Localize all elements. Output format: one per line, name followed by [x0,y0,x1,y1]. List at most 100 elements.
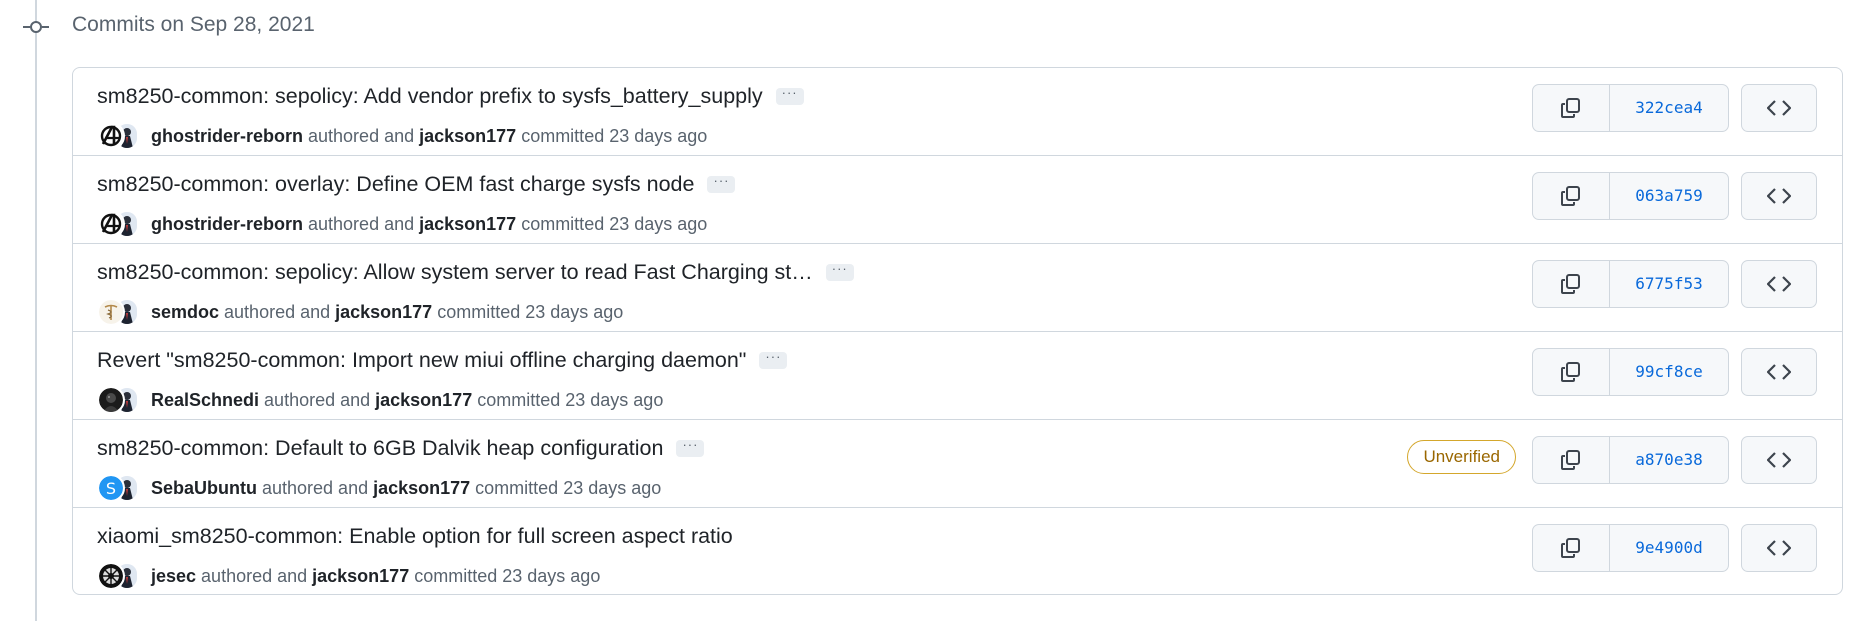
avatar-stack: S [97,472,139,504]
commit-sha-link[interactable]: 322cea4 [1610,85,1728,131]
sha-button-group: 6775f53 [1532,260,1729,308]
author-link[interactable]: RealSchnedi [151,390,259,411]
avatar-stack [97,384,139,416]
sha-button-group: 99cf8ce [1532,348,1729,396]
committed-text: committed [414,565,498,586]
letter-s-avatar-icon[interactable]: S [97,474,125,502]
committer-link[interactable]: jackson177 [375,390,472,411]
commit-sha-link[interactable]: 6775f53 [1610,261,1728,307]
code-icon [1767,100,1791,116]
commit-time[interactable]: 23 days ago [565,390,663,411]
authored-and-text: authored and [264,389,371,410]
browse-code-button[interactable] [1741,436,1817,484]
commit-row: sm8250-common: overlay: Define OEM fast … [73,156,1842,244]
browse-code-button[interactable] [1741,260,1817,308]
commit-time[interactable]: 23 days ago [609,214,707,235]
expand-message-button[interactable]: ··· [759,350,788,369]
copy-icon [1561,362,1580,382]
commit-row: sm8250-common: Default to 6GB Dalvik hea… [73,420,1842,508]
commit-node-icon [23,17,49,37]
sha-button-group: 9e4900d [1532,524,1729,572]
copy-icon [1561,450,1580,470]
committer-link[interactable]: jackson177 [312,566,409,587]
commit-row: sm8250-common: sepolicy: Allow system se… [73,244,1842,332]
author-link[interactable]: semdoc [151,302,219,323]
avatar-stack [97,560,139,592]
committer-link[interactable]: jackson177 [419,214,516,235]
commit-sha-link[interactable]: 063a759 [1610,173,1728,219]
copy-icon [1561,538,1580,558]
committed-text: committed [437,301,521,322]
browse-code-button[interactable] [1741,524,1817,572]
copy-sha-button[interactable] [1533,437,1610,483]
author-link[interactable]: SebaUbuntu [151,478,257,499]
avatar-stack [97,296,139,328]
commit-message-link[interactable]: xiaomi_sm8250-common: Enable option for … [97,524,733,549]
copy-sha-button[interactable] [1533,525,1610,571]
authored-and-text: authored and [201,565,308,586]
committer-link[interactable]: jackson177 [373,478,470,499]
commit-message-link[interactable]: sm8250-common: sepolicy: Add vendor pref… [97,84,763,109]
code-icon [1767,452,1791,468]
copy-sha-button[interactable] [1533,349,1610,395]
avatar-letter: S [106,479,116,498]
commit-sha-link[interactable]: 99cf8ce [1610,349,1728,395]
commit-time[interactable]: 23 days ago [502,566,600,587]
sha-button-group: a870e38 [1532,436,1729,484]
copy-sha-button[interactable] [1533,85,1610,131]
timeline-line [35,0,37,621]
committed-text: committed [521,125,605,146]
committer-link[interactable]: jackson177 [335,302,432,323]
commit-time[interactable]: 23 days ago [563,478,661,499]
commit-message-link[interactable]: sm8250-common: Default to 6GB Dalvik hea… [97,436,663,461]
commit-row: Revert "sm8250-common: Import new miui o… [73,332,1842,420]
committed-text: committed [521,213,605,234]
committer-link[interactable]: jackson177 [419,126,516,147]
code-icon [1767,364,1791,380]
code-icon [1767,188,1791,204]
sha-button-group: 063a759 [1532,172,1729,220]
authored-and-text: authored and [308,213,415,234]
avengers-logo-icon[interactable] [97,122,125,150]
commit-row: xiaomi_sm8250-common: Enable option for … [73,508,1842,594]
commit-time[interactable]: 23 days ago [609,126,707,147]
committed-text: committed [475,477,559,498]
commit-message-link[interactable]: sm8250-common: sepolicy: Allow system se… [97,260,813,285]
commit-row: sm8250-common: sepolicy: Add vendor pref… [73,68,1842,156]
avatar-stack [97,208,139,240]
commit-time[interactable]: 23 days ago [525,302,623,323]
commit-sha-link[interactable]: a870e38 [1610,437,1728,483]
author-link[interactable]: jesec [151,566,196,587]
copy-sha-button[interactable] [1533,261,1610,307]
author-link[interactable]: ghostrider-reborn [151,126,303,147]
copy-sha-button[interactable] [1533,173,1610,219]
commit-list: sm8250-common: sepolicy: Add vendor pref… [72,67,1843,595]
expand-message-button[interactable]: ··· [676,438,705,457]
browse-code-button[interactable] [1741,172,1817,220]
expand-message-button[interactable]: ··· [825,262,854,281]
browse-code-button[interactable] [1741,348,1817,396]
unverified-badge[interactable]: Unverified [1407,440,1516,474]
commit-message-link[interactable]: sm8250-common: overlay: Define OEM fast … [97,172,694,197]
author-link[interactable]: ghostrider-reborn [151,214,303,235]
copy-icon [1561,186,1580,206]
commit-sha-link[interactable]: 9e4900d [1610,525,1728,571]
code-icon [1767,276,1791,292]
authored-and-text: authored and [224,301,331,322]
expand-message-button[interactable]: ··· [775,86,804,105]
committed-text: committed [477,389,561,410]
commit-message-link[interactable]: Revert "sm8250-common: Import new miui o… [97,348,746,373]
authored-and-text: authored and [262,477,369,498]
dark-portrait-icon[interactable] [97,386,125,414]
wheel-icon[interactable] [97,562,125,590]
sha-button-group: 322cea4 [1532,84,1729,132]
expand-message-button[interactable]: ··· [707,174,736,193]
avengers-logo-icon[interactable] [97,210,125,238]
avatar-stack [97,120,139,152]
copy-icon [1561,274,1580,294]
caduceus-icon[interactable] [97,298,125,326]
browse-code-button[interactable] [1741,84,1817,132]
commits-group-title: Commits on Sep 28, 2021 [72,13,315,36]
authored-and-text: authored and [308,125,415,146]
copy-icon [1561,98,1580,118]
